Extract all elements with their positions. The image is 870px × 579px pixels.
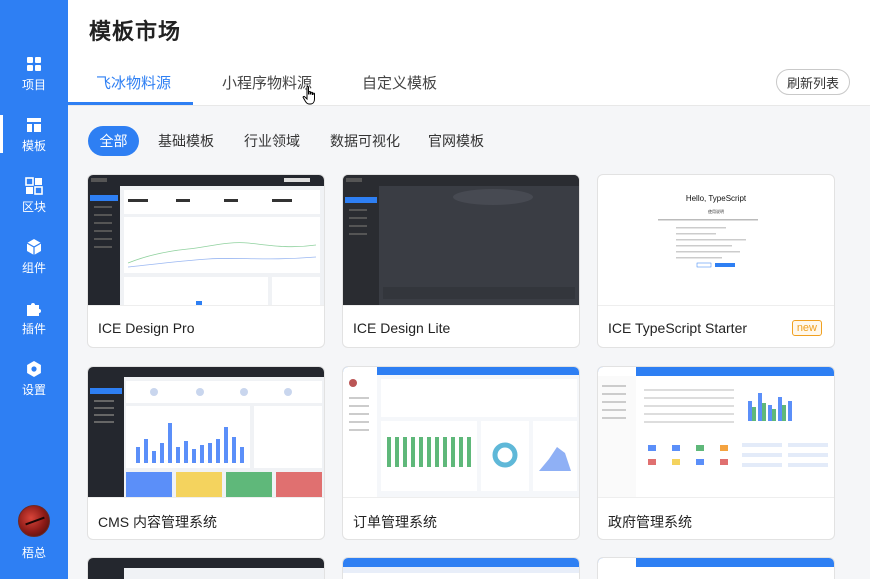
sidebar-item-label: 插件 bbox=[21, 321, 46, 336]
cube-icon bbox=[25, 238, 43, 256]
template-card[interactable]: Hello, TypeScript 使用说明 ICE TypeScript St… bbox=[597, 174, 835, 348]
template-title: 政府管理系统 bbox=[608, 514, 692, 530]
template-card[interactable] bbox=[342, 557, 580, 579]
main-content: 模板市场 飞冰物料源 小程序物料源 自定义模板 刷新列表 全部 基础模板 行业领… bbox=[68, 0, 870, 579]
template-preview: Hello, TypeScript 使用说明 bbox=[598, 175, 834, 306]
template-preview bbox=[343, 367, 579, 498]
filter-all[interactable]: 全部 bbox=[88, 126, 139, 156]
template-title: ICE TypeScript Starter bbox=[608, 320, 748, 336]
hand-cursor-icon bbox=[302, 86, 315, 105]
template-preview bbox=[598, 367, 834, 498]
template-title: 订单管理系统 bbox=[353, 514, 437, 530]
puzzle-icon bbox=[25, 299, 43, 317]
filter-website[interactable]: 官网模板 bbox=[420, 126, 492, 156]
sidebar-item-blocks[interactable]: 区块 bbox=[0, 166, 68, 224]
template-card[interactable]: ICE Design Lite bbox=[342, 174, 580, 348]
sidebar-item-label: 模板 bbox=[21, 138, 46, 153]
user-name: 梧总 bbox=[21, 546, 46, 560]
new-badge: new bbox=[791, 320, 822, 336]
template-preview bbox=[343, 175, 579, 306]
template-title: ICE Design Pro bbox=[98, 320, 195, 336]
sidebar-item-plugins[interactable]: 插件 bbox=[0, 288, 68, 346]
sidebar-item-templates[interactable]: 模板 bbox=[0, 105, 68, 163]
template-card[interactable]: CMS 内容管理系统 bbox=[87, 366, 325, 540]
sidebar-item-label: 项目 bbox=[21, 77, 46, 92]
template-preview bbox=[88, 367, 324, 498]
gear-icon bbox=[25, 360, 43, 378]
layout-icon bbox=[25, 116, 43, 134]
sidebar-item-label: 设置 bbox=[21, 382, 46, 397]
sidebar-item-settings[interactable]: 设置 bbox=[0, 349, 68, 407]
page-header: 模板市场 飞冰物料源 小程序物料源 自定义模板 刷新列表 bbox=[68, 0, 870, 106]
filter-data-viz[interactable]: 数据可视化 bbox=[322, 126, 408, 156]
tab-custom-template[interactable]: 自定义模板 bbox=[362, 72, 437, 93]
tab-miniprogram-material[interactable]: 小程序物料源 bbox=[222, 72, 312, 93]
template-title: ICE Design Lite bbox=[353, 320, 451, 336]
template-card[interactable]: 政府管理系统 bbox=[597, 366, 835, 540]
template-card[interactable]: 订单管理系统 bbox=[342, 366, 580, 540]
filter-industry[interactable]: 行业领域 bbox=[236, 126, 308, 156]
filter-basic[interactable]: 基础模板 bbox=[150, 126, 222, 156]
template-preview bbox=[88, 175, 324, 306]
active-tab-indicator bbox=[68, 102, 193, 105]
avatar[interactable] bbox=[18, 505, 50, 537]
template-card[interactable]: ICE Design Pro bbox=[87, 174, 325, 348]
template-card[interactable] bbox=[597, 557, 835, 579]
template-preview bbox=[343, 558, 579, 579]
sidebar-item-label: 组件 bbox=[21, 260, 46, 275]
sidebar-item-label: 区块 bbox=[21, 199, 46, 214]
sidebar-item-components[interactable]: 组件 bbox=[0, 227, 68, 285]
grid-icon bbox=[25, 55, 43, 73]
sidebar: 项目 模板 区块 组件 插件 设置 梧总 bbox=[0, 0, 68, 579]
template-preview bbox=[88, 558, 324, 579]
blocks-icon bbox=[25, 176, 43, 195]
refresh-list-button[interactable]: 刷新列表 bbox=[776, 69, 850, 95]
template-card[interactable] bbox=[87, 557, 325, 579]
template-preview bbox=[598, 558, 834, 579]
page-title: 模板市场 bbox=[89, 19, 182, 44]
template-title: CMS 内容管理系统 bbox=[98, 514, 217, 530]
tab-ice-material[interactable]: 飞冰物料源 bbox=[96, 72, 171, 93]
user-profile[interactable]: 梧总 bbox=[0, 505, 68, 565]
sidebar-item-projects[interactable]: 项目 bbox=[0, 44, 68, 102]
